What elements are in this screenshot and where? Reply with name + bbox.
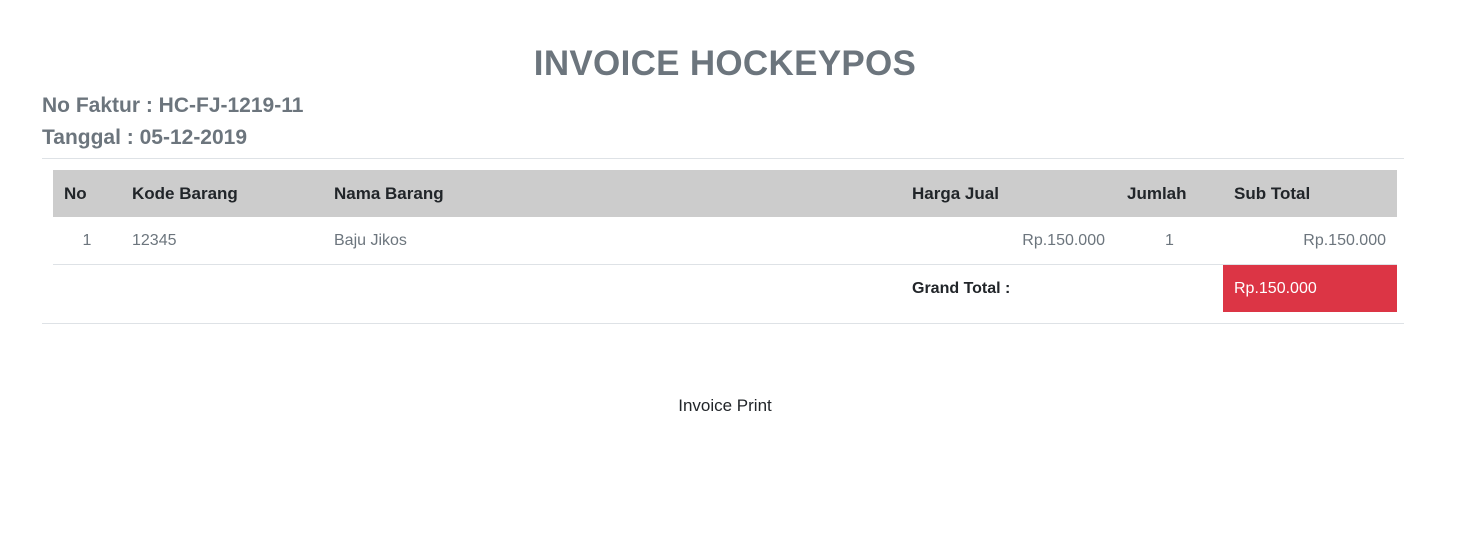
grand-total-label: Grand Total : [901, 264, 1116, 312]
header-jumlah: Jumlah [1116, 170, 1223, 217]
empty-cell [1116, 264, 1223, 312]
header-kode-barang: Kode Barang [121, 170, 323, 217]
top-divider [42, 158, 1404, 159]
invoice-title: INVOICE HOCKEYPOS [533, 44, 917, 83]
header-harga-jual: Harga Jual [901, 170, 1116, 217]
table-header-row: No Kode Barang Nama Barang Harga Jual Ju… [53, 170, 1397, 217]
header-nama-barang: Nama Barang [323, 170, 901, 217]
header-no: No [53, 170, 121, 217]
cell-kode-barang: 12345 [132, 231, 177, 249]
cell-harga-jual: Rp.150.000 [1022, 231, 1105, 249]
bottom-divider [42, 323, 1404, 324]
cell-jumlah: 1 [1165, 231, 1174, 249]
invoice-number: No Faktur : HC-FJ-1219-11 [42, 94, 304, 117]
cell-no: 1 [82, 231, 92, 249]
cell-sub-total: Rp.150.000 [1303, 231, 1386, 249]
invoice-items-table: No Kode Barang Nama Barang Harga Jual Ju… [53, 170, 1397, 312]
empty-cell [53, 264, 121, 312]
invoice-print-footer: Invoice Print [678, 396, 772, 415]
cell-nama-barang: Baju Jikos [334, 231, 407, 249]
header-sub-total: Sub Total [1223, 170, 1397, 217]
empty-cell [323, 264, 901, 312]
grand-total-row: Grand Total : Rp.150.000 [53, 264, 1397, 312]
table-row: 1 12345 Baju Jikos Rp.150.000 1 Rp.150.0… [53, 217, 1397, 265]
grand-total-value: Rp.150.000 [1223, 264, 1397, 312]
invoice-date: Tanggal : 05-12-2019 [42, 126, 248, 149]
empty-cell [121, 264, 323, 312]
